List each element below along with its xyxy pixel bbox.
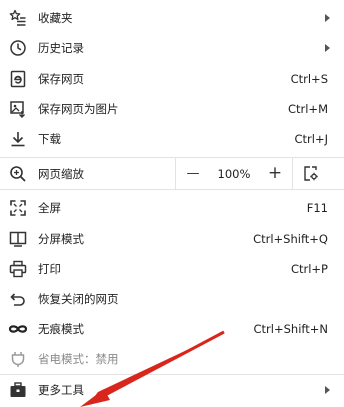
clock-icon bbox=[8, 38, 28, 58]
menu-item-split-screen[interactable]: 分屏模式 Ctrl+Shift+Q bbox=[0, 226, 344, 252]
menu-item-favorites[interactable]: 收藏夹 bbox=[0, 5, 344, 31]
shortcut-text: Ctrl+P bbox=[290, 262, 328, 276]
shortcut-text: Ctrl+Shift+N bbox=[253, 322, 328, 336]
power-save-icon bbox=[8, 349, 28, 369]
menu-item-history[interactable]: 历史记录 bbox=[0, 35, 344, 61]
download-icon bbox=[8, 129, 28, 149]
undo-icon bbox=[8, 289, 28, 309]
menu-item-label: 网页缩放 bbox=[38, 166, 84, 181]
split-screen-icon bbox=[8, 229, 28, 249]
shortcut-text: Ctrl+S bbox=[290, 72, 328, 86]
menu-item-label: 下载 bbox=[38, 132, 61, 146]
menu-item-label: 收藏夹 bbox=[38, 11, 73, 25]
menu-item-incognito[interactable]: 无痕模式 Ctrl+Shift+N bbox=[0, 316, 344, 342]
image-save-icon bbox=[8, 99, 28, 119]
toolbox-icon bbox=[8, 380, 28, 400]
menu-item-label: 保存网页为图片 bbox=[38, 102, 119, 116]
zoom-icon bbox=[8, 164, 28, 184]
menu-item-downloads[interactable]: 下载 Ctrl+J bbox=[0, 126, 344, 152]
fullscreen-icon bbox=[8, 198, 28, 218]
menu-item-label: 打印 bbox=[38, 262, 61, 276]
menu-item-label: 保存网页 bbox=[38, 72, 84, 86]
menu-divider bbox=[0, 189, 344, 190]
menu-item-print[interactable]: 打印 Ctrl+P bbox=[0, 256, 344, 282]
zoom-settings-button[interactable] bbox=[293, 165, 327, 182]
incognito-icon bbox=[8, 319, 28, 339]
shortcut-text: Ctrl+J bbox=[294, 132, 329, 146]
printer-icon bbox=[8, 259, 28, 279]
shortcut-text: Ctrl+Shift+Q bbox=[253, 232, 328, 246]
shortcut-text: F11 bbox=[306, 201, 328, 215]
e-page-icon bbox=[8, 69, 28, 89]
submenu-arrow-icon bbox=[325, 14, 330, 22]
menu-item-label: 历史记录 bbox=[38, 41, 84, 55]
menu-item-label: 更多工具 bbox=[38, 383, 84, 397]
page-settings-icon bbox=[303, 166, 318, 181]
zoom-level-value: 100% bbox=[217, 166, 251, 181]
submenu-arrow-icon bbox=[325, 386, 330, 394]
menu-divider bbox=[0, 374, 344, 375]
shortcut-text: Ctrl+M bbox=[287, 102, 328, 116]
browser-menu: 收藏夹 历史记录 保存网页 Ctrl+S 保存网页为图片 Ctrl+M 下载 C… bbox=[0, 0, 344, 407]
menu-item-reopen-closed-page[interactable]: 恢复关闭的网页 bbox=[0, 286, 344, 312]
star-list-icon bbox=[8, 8, 28, 28]
zoom-controls: — 100% + bbox=[175, 158, 344, 189]
menu-item-zoom: 网页缩放 — 100% + bbox=[0, 158, 344, 189]
menu-item-fullscreen[interactable]: 全屏 F11 bbox=[0, 195, 344, 221]
menu-item-label: 分屏模式 bbox=[38, 232, 84, 246]
zoom-out-button[interactable]: — bbox=[176, 167, 210, 180]
menu-item-save-page[interactable]: 保存网页 Ctrl+S bbox=[0, 66, 344, 92]
menu-item-more-tools[interactable]: 更多工具 bbox=[0, 377, 344, 403]
submenu-arrow-icon bbox=[325, 44, 330, 52]
menu-item-label: 全屏 bbox=[38, 201, 61, 215]
menu-item-label: 无痕模式 bbox=[38, 322, 84, 336]
menu-item-power-save: 省电模式：禁用 bbox=[0, 346, 344, 372]
menu-item-label: 恢复关闭的网页 bbox=[38, 292, 119, 306]
zoom-in-button[interactable]: + bbox=[258, 165, 292, 182]
menu-item-label: 省电模式：禁用 bbox=[38, 352, 119, 366]
menu-item-save-as-image[interactable]: 保存网页为图片 Ctrl+M bbox=[0, 96, 344, 122]
